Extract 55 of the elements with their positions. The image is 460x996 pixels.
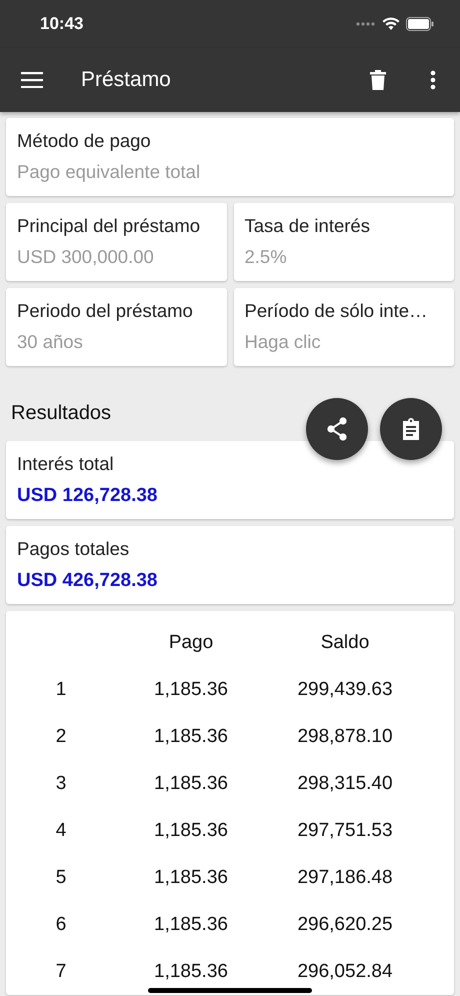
result-value: USD 426,728.38: [17, 570, 158, 592]
battery-icon: [406, 17, 434, 31]
table-cell-text: 1,185.36: [153, 960, 229, 982]
share-button[interactable]: [306, 398, 368, 460]
result-value: USD 126,728.38: [17, 485, 158, 507]
status-time: 10:43: [40, 14, 84, 34]
table-cell-text: 1,185.36: [153, 726, 229, 748]
table-cell-text: 2: [54, 726, 68, 748]
result-label: Pagos totales: [17, 538, 130, 560]
share-icon: [326, 417, 348, 441]
section-title: Resultados: [11, 402, 112, 425]
clipboard-icon: [401, 418, 421, 440]
field-label: Principal del préstamo: [17, 215, 202, 237]
input-card[interactable]: Principal del préstamo USD 300,000.00: [6, 203, 226, 281]
more-icon[interactable]: [430, 70, 436, 90]
field-value: 30 años: [17, 331, 84, 353]
copy-button[interactable]: [380, 398, 442, 460]
table-cell-text: 297,751.53: [296, 820, 394, 842]
field-label: Método de pago: [17, 130, 152, 152]
column-header: Saldo: [320, 632, 370, 654]
table-cell-text: 298,878.10: [296, 726, 394, 748]
table-cell-text: 6: [54, 914, 68, 936]
field-label: Periodo del préstamo: [17, 300, 194, 322]
signal-icon: [356, 21, 376, 27]
field-label: Período de sólo inte…: [244, 300, 429, 322]
field-value: USD 300,000.00: [17, 246, 155, 268]
table-cell-text: 1,185.36: [153, 914, 229, 936]
table-cell-text: 1,185.36: [153, 772, 229, 794]
input-card[interactable]: Período de sólo inte… Haga clic: [234, 288, 454, 366]
field-label: Tasa de interés: [244, 215, 371, 237]
input-card[interactable]: Método de pago Pago equivalente total: [6, 118, 454, 196]
table-cell-text: 4: [54, 820, 68, 842]
table-cell-text: 7: [54, 960, 68, 982]
wifi-icon: [382, 17, 400, 31]
table-cell-text: 297,186.48: [296, 866, 394, 888]
field-value: Haga clic: [244, 331, 322, 353]
menu-icon[interactable]: [21, 72, 43, 88]
screen-title: Préstamo: [81, 68, 172, 92]
table-cell-text: 5: [54, 866, 68, 888]
table-cell-text: 1,185.36: [153, 866, 229, 888]
field-value: 2.5%: [244, 246, 288, 268]
table-cell-text: 1,185.36: [153, 678, 229, 700]
table-cell-text: 3: [54, 772, 68, 794]
field-value: Pago equivalente total: [17, 161, 202, 183]
table-cell-text: 299,439.63: [296, 678, 394, 700]
table-cell-text: 1,185.36: [153, 820, 229, 842]
table-cell-text: 296,052.84: [296, 960, 394, 982]
result-label: Interés total: [17, 453, 115, 475]
trash-icon[interactable]: [370, 70, 386, 90]
input-card[interactable]: Tasa de interés 2.5%: [234, 203, 454, 281]
table-cell-text: 296,620.25: [296, 914, 394, 936]
input-card[interactable]: Periodo del préstamo 30 años: [6, 288, 226, 366]
column-header: Pago: [168, 632, 214, 654]
table-cell-text: 1: [54, 678, 68, 700]
table-cell-text: 298,315.40: [296, 772, 394, 794]
